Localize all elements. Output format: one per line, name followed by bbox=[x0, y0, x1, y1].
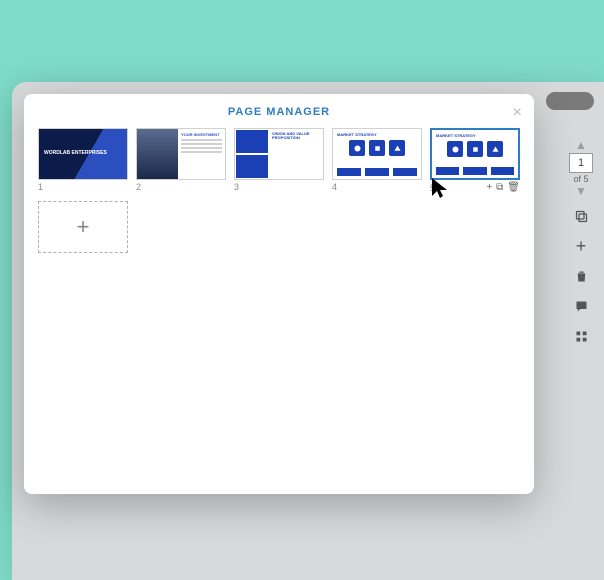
side-toolbar: ▲ 1 of 5 ▼ + bbox=[564, 138, 598, 348]
slide-duplicate-button[interactable]: ⧉ bbox=[496, 182, 503, 193]
duplicate-page-button[interactable] bbox=[569, 204, 593, 228]
add-page-button[interactable]: + bbox=[569, 234, 593, 258]
editor-window: ▲ 1 of 5 ▼ + PAGE MANAGER × WORDLAB ENTE… bbox=[12, 82, 604, 580]
slide-title: MARKET STRATEGY bbox=[333, 129, 421, 140]
comment-icon bbox=[574, 299, 589, 314]
slide-title: VISION AND VALUE PROPOSITION bbox=[272, 132, 320, 140]
slide-add-button[interactable]: + bbox=[486, 182, 492, 193]
slide-number: 2 bbox=[136, 182, 141, 192]
slide-number: 1 bbox=[38, 182, 43, 192]
page-current[interactable]: 1 bbox=[569, 153, 593, 173]
page-manager-modal: PAGE MANAGER × WORDLAB ENTERPRISES 1 YOU… bbox=[24, 94, 534, 494]
slide-thumbnail[interactable]: VISION AND VALUE PROPOSITION 3 bbox=[234, 128, 324, 193]
comment-button[interactable] bbox=[569, 294, 593, 318]
slide-title: WORDLAB ENTERPRISES bbox=[44, 151, 107, 157]
page-of-label: of 5 bbox=[573, 174, 588, 184]
slide-number: 3 bbox=[234, 182, 239, 192]
slide-thumbnail[interactable]: WORDLAB ENTERPRISES 1 bbox=[38, 128, 128, 193]
thumbnail-grid: WORDLAB ENTERPRISES 1 YOUR INVESTMENT 2 bbox=[38, 128, 520, 253]
page-up-button[interactable]: ▲ bbox=[575, 138, 587, 152]
slide-thumbnail-selected[interactable]: MARKET STRATEGY 5 + ⧉ 🗑 bbox=[430, 128, 520, 193]
delete-page-button[interactable] bbox=[569, 264, 593, 288]
slide-thumbnail[interactable]: MARKET STRATEGY 4 bbox=[332, 128, 422, 193]
duplicate-icon bbox=[574, 209, 589, 224]
grid-icon bbox=[574, 329, 589, 344]
slide-title: YOUR INVESTMENT bbox=[181, 132, 222, 137]
slide-delete-button[interactable]: 🗑 bbox=[507, 182, 520, 193]
close-button[interactable]: × bbox=[513, 104, 522, 122]
slide-number: 4 bbox=[332, 182, 337, 192]
slide-title: MARKET STRATEGY bbox=[432, 130, 518, 141]
topbar-pill bbox=[546, 92, 594, 110]
add-slide-tile[interactable]: + bbox=[38, 201, 128, 253]
plus-icon: + bbox=[77, 214, 90, 240]
grid-view-button[interactable] bbox=[569, 324, 593, 348]
slide-number: 5 bbox=[430, 183, 435, 193]
page-indicator: ▲ 1 of 5 ▼ bbox=[567, 138, 595, 198]
trash-icon bbox=[574, 269, 589, 284]
modal-title: PAGE MANAGER bbox=[38, 106, 520, 118]
slide-thumbnail[interactable]: YOUR INVESTMENT 2 bbox=[136, 128, 226, 193]
page-down-button[interactable]: ▼ bbox=[575, 184, 587, 198]
